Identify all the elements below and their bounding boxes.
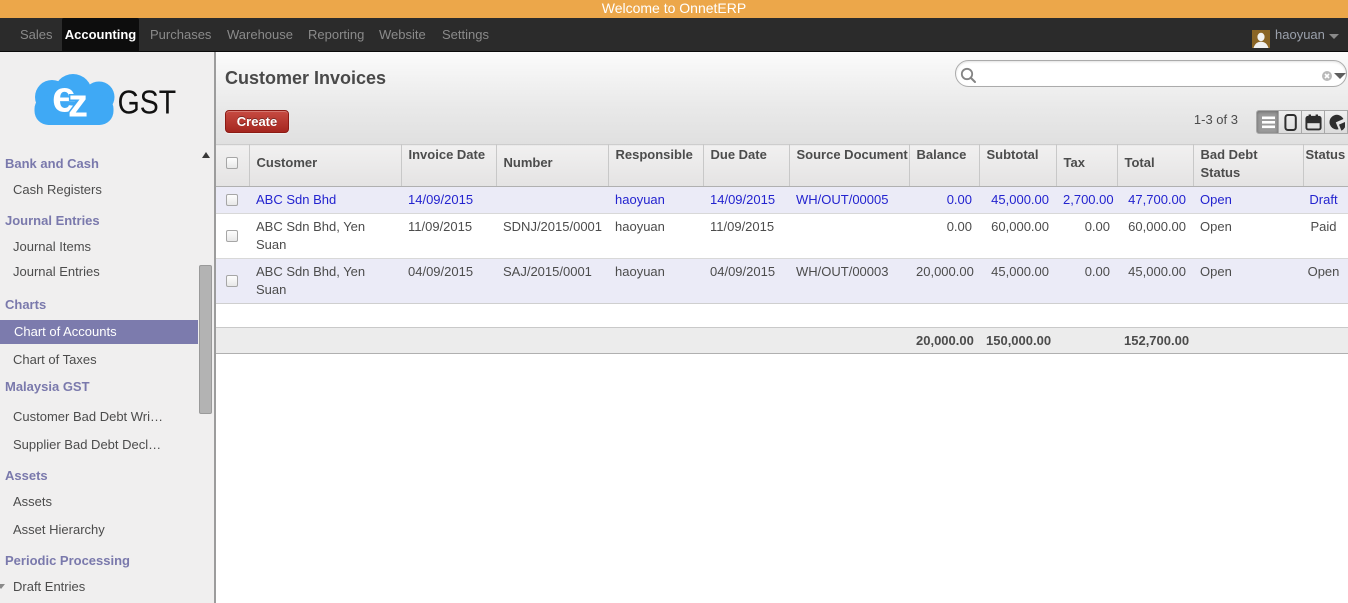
svg-text:GST: GST — [118, 83, 177, 120]
svg-text:z: z — [68, 82, 88, 126]
